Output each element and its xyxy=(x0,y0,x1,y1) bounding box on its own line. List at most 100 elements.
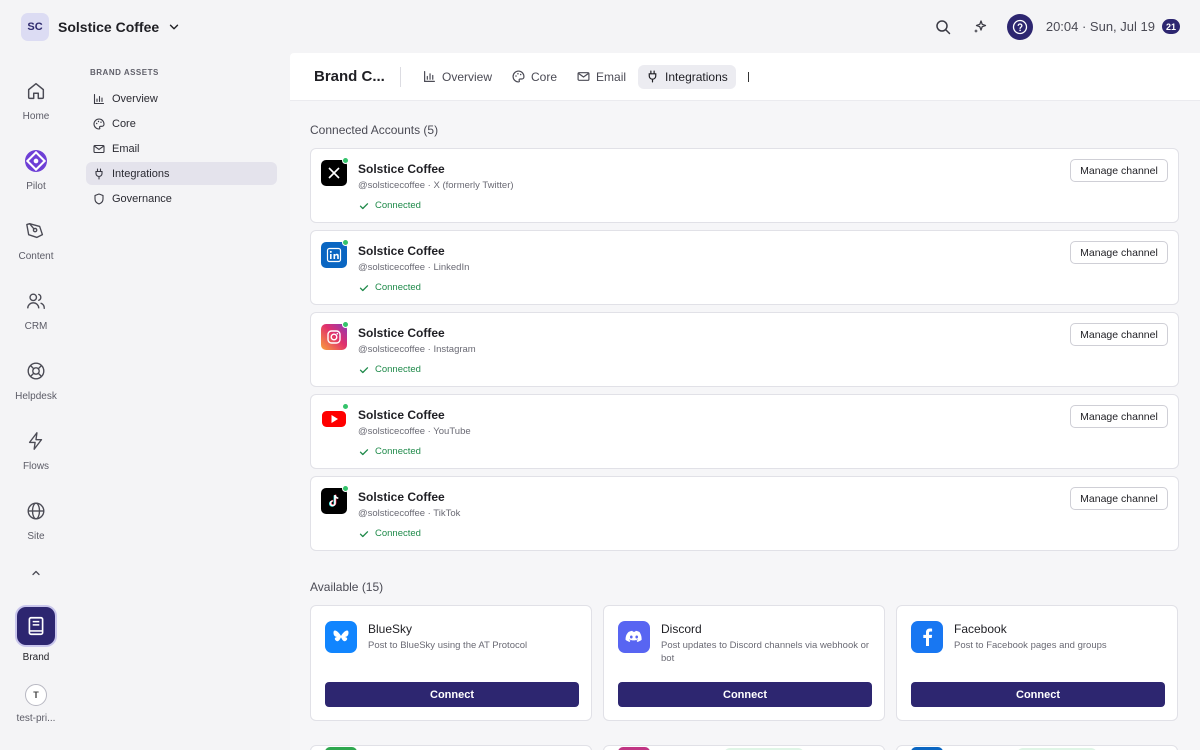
online-status-dot xyxy=(342,485,349,492)
connect-button[interactable]: Connect xyxy=(325,682,579,707)
account-handle: @solsticecoffee · YouTube xyxy=(358,426,471,437)
shield-icon xyxy=(94,192,104,205)
rail-label: Home xyxy=(22,111,50,122)
subnav-item-integrations[interactable]: Integrations xyxy=(86,162,277,185)
clock-date: 20:04 · Sun, Jul 19 xyxy=(1045,19,1155,34)
youtube-logo-icon xyxy=(321,406,347,432)
tab-email[interactable]: Email xyxy=(569,65,634,89)
tab-label: Integrations xyxy=(665,69,728,84)
subnav-title: BRAND ASSETS xyxy=(90,68,159,77)
account-name: Solstice Coffee xyxy=(358,244,445,258)
subnav-item-email[interactable]: Email xyxy=(86,137,277,160)
online-status-dot xyxy=(342,239,349,246)
rail-item-pilot[interactable]: Pilot xyxy=(0,150,72,192)
connection-status: Connected xyxy=(359,528,421,539)
rail-label-brand: Brand xyxy=(22,652,50,663)
connect-button[interactable]: Connect xyxy=(911,682,1165,707)
integration-name: Facebook xyxy=(954,622,1007,636)
integration-card-facebook: Facebook Post to Facebook pages and grou… xyxy=(896,605,1178,721)
workspace-switcher[interactable]: SC Solstice Coffee xyxy=(21,12,181,41)
rail-item-site[interactable]: Site xyxy=(0,500,72,542)
rail-item-home[interactable]: Home xyxy=(0,80,72,122)
connection-status: Connected xyxy=(359,200,421,211)
home-icon xyxy=(27,82,45,100)
connection-status: Connected xyxy=(359,446,421,457)
check-icon xyxy=(359,284,369,291)
help-button[interactable] xyxy=(1006,13,1033,40)
subnav-item-overview[interactable]: Overview xyxy=(86,87,277,110)
check-icon xyxy=(359,366,369,373)
rail-item-flows[interactable]: Flows xyxy=(0,430,72,472)
integration-card-partial xyxy=(310,745,592,750)
rail-item-content[interactable]: Content xyxy=(0,220,72,262)
subnav-item-governance[interactable]: Governance xyxy=(86,187,277,210)
account-card-youtube: Solstice Coffee @solsticecoffee · YouTub… xyxy=(310,394,1179,469)
page-header: Brand C... Overview Core Email Integrati… xyxy=(290,53,1200,101)
integration-card-bluesky: BlueSky Post to BlueSky using the AT Pro… xyxy=(310,605,592,721)
bar-chart-icon xyxy=(93,93,105,104)
rail-collapse[interactable] xyxy=(0,567,72,579)
sparkles-icon[interactable] xyxy=(970,17,990,37)
subnav-label: Core xyxy=(112,117,136,130)
integration-card-discord: Discord Post updates to Discord channels… xyxy=(603,605,885,721)
integration-description: Post updates to Discord channels via web… xyxy=(661,640,870,664)
manage-channel-button[interactable]: Manage channel xyxy=(1070,241,1168,264)
plug-icon xyxy=(648,70,657,83)
tab-label: Email xyxy=(596,69,627,84)
plug-icon xyxy=(95,167,103,180)
connect-button[interactable]: Connect xyxy=(618,682,872,707)
top-right-tools: 20:04 · Sun, Jul 19 21 xyxy=(933,0,1180,53)
online-status-dot xyxy=(342,403,349,410)
manage-channel-button[interactable]: Manage channel xyxy=(1070,159,1168,182)
bar-chart-icon xyxy=(424,71,435,82)
mail-icon xyxy=(93,144,105,153)
manage-channel-button[interactable]: Manage channel xyxy=(1070,323,1168,346)
account-name: Solstice Coffee xyxy=(358,490,445,504)
check-icon xyxy=(359,202,369,209)
connection-status: Connected xyxy=(359,282,421,293)
connection-status: Connected xyxy=(359,364,421,375)
workspace-name: Solstice Coffee xyxy=(58,18,160,35)
instagram-logo-icon xyxy=(321,324,347,350)
integration-name: BlueSky xyxy=(368,622,413,636)
account-handle: @solsticecoffee · LinkedIn xyxy=(358,262,470,273)
tab-integrations[interactable]: Integrations xyxy=(638,64,736,89)
discord-logo-icon xyxy=(618,621,650,653)
life-buoy-icon xyxy=(27,362,45,380)
search-icon[interactable] xyxy=(933,17,953,37)
rail-item-helpdesk[interactable]: Helpdesk xyxy=(0,360,72,402)
user-menu[interactable]: T test-pri... xyxy=(0,684,72,724)
x-logo-icon xyxy=(321,160,347,186)
facebook-logo-icon xyxy=(911,621,943,653)
bluesky-logo-icon xyxy=(325,621,357,653)
integration-name: Discord xyxy=(661,622,702,636)
subnav-label: Email xyxy=(112,142,140,155)
rail-label: Site xyxy=(27,531,45,542)
check-icon xyxy=(359,448,369,455)
top-bar: SC Solstice Coffee 20:04 · Sun, Jul 19 2… xyxy=(0,0,1200,53)
account-name: Solstice Coffee xyxy=(358,162,445,176)
rail-item-brand[interactable]: Brand xyxy=(0,607,72,663)
account-card-x: Solstice Coffee @solsticecoffee · X (for… xyxy=(310,148,1179,223)
subnav-label: Overview xyxy=(112,92,158,105)
tab-core[interactable]: Core xyxy=(504,65,565,89)
pen-tool-icon xyxy=(26,222,44,239)
online-status-dot xyxy=(342,321,349,328)
manage-channel-button[interactable]: Manage channel xyxy=(1070,405,1168,428)
app-rail: Home Pilot Content CRM Helpdesk Flows Si… xyxy=(0,53,72,750)
subnav-item-core[interactable]: Core xyxy=(86,112,277,135)
tab-overview[interactable]: Overview xyxy=(415,65,500,89)
rail-item-crm[interactable]: CRM xyxy=(0,290,72,332)
page-title: Brand C... xyxy=(314,68,385,85)
tiktok-logo-icon xyxy=(321,488,347,514)
account-handle: @solsticecoffee · Instagram xyxy=(358,344,476,355)
brand-book-icon xyxy=(17,607,55,645)
tab-overflow-marker xyxy=(747,71,749,82)
check-icon xyxy=(359,530,369,537)
notification-badge[interactable]: 21 xyxy=(1161,19,1180,34)
tab-label: Overview xyxy=(442,69,493,84)
account-handle: @solsticecoffee · TikTok xyxy=(358,508,461,519)
palette-icon xyxy=(93,117,105,130)
chevron-down-icon xyxy=(169,24,179,29)
manage-channel-button[interactable]: Manage channel xyxy=(1070,487,1168,510)
